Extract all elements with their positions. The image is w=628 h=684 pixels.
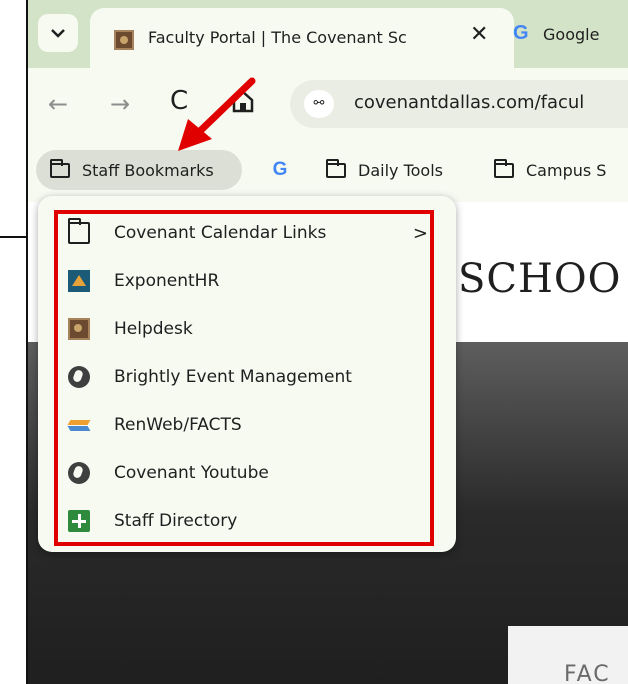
- bookmark-folder-staff[interactable]: Staff Bookmarks: [36, 150, 242, 190]
- address-bar[interactable]: ⚯ covenantdallas.com/facul: [290, 80, 628, 128]
- screenshot: Faculty Portal | The Covenant Sc ✕ G Goo…: [0, 0, 628, 684]
- bookmark-folder-campus[interactable]: Campus S: [486, 150, 606, 190]
- tab-faculty-portal[interactable]: Faculty Portal | The Covenant Sc ✕: [90, 8, 514, 68]
- bookmarks-bar: Staff Bookmarks G Daily Tools Campus S: [28, 140, 628, 202]
- bookmark-label: Staff Bookmarks: [82, 160, 214, 180]
- tab-strip: Faculty Portal | The Covenant Sc ✕ G Goo…: [28, 0, 628, 68]
- browser-window: Faculty Portal | The Covenant Sc ✕ G Goo…: [26, 0, 628, 684]
- page-heading: SCHOO: [458, 256, 622, 302]
- google-logo-icon: G: [513, 22, 529, 44]
- folder-icon: [326, 158, 346, 178]
- back-button[interactable]: ←: [48, 90, 68, 118]
- forward-button[interactable]: →: [110, 90, 130, 118]
- close-tab-icon[interactable]: ✕: [470, 22, 488, 47]
- folder-managed-icon: [50, 158, 70, 178]
- url-text: covenantdallas.com/facul: [354, 92, 585, 113]
- hero-card: FAC: [508, 626, 628, 684]
- browser-toolbar: ← → C ⚯ covenantdallas.com/facul: [28, 68, 628, 140]
- bookmark-label: Daily Tools: [358, 160, 443, 180]
- red-highlight-box: [54, 210, 434, 546]
- bookmark-folder-daily-tools[interactable]: Daily Tools: [318, 150, 443, 190]
- red-arrow-annotation: [178, 77, 256, 151]
- hero-text: FAC: [564, 662, 611, 684]
- tab-title: Google: [543, 25, 600, 44]
- folder-icon: [494, 158, 514, 178]
- tab-title: Faculty Portal | The Covenant Sc: [148, 28, 407, 47]
- bookmark-google[interactable]: G: [260, 150, 300, 190]
- tab-google[interactable]: G Google: [503, 14, 628, 54]
- faculty-portal-favicon-icon: [114, 30, 134, 50]
- site-info-icon[interactable]: ⚯: [304, 90, 334, 118]
- bookmark-label: Campus S: [526, 160, 607, 180]
- chevron-down-icon: [51, 29, 65, 38]
- tab-search-button[interactable]: [38, 14, 78, 52]
